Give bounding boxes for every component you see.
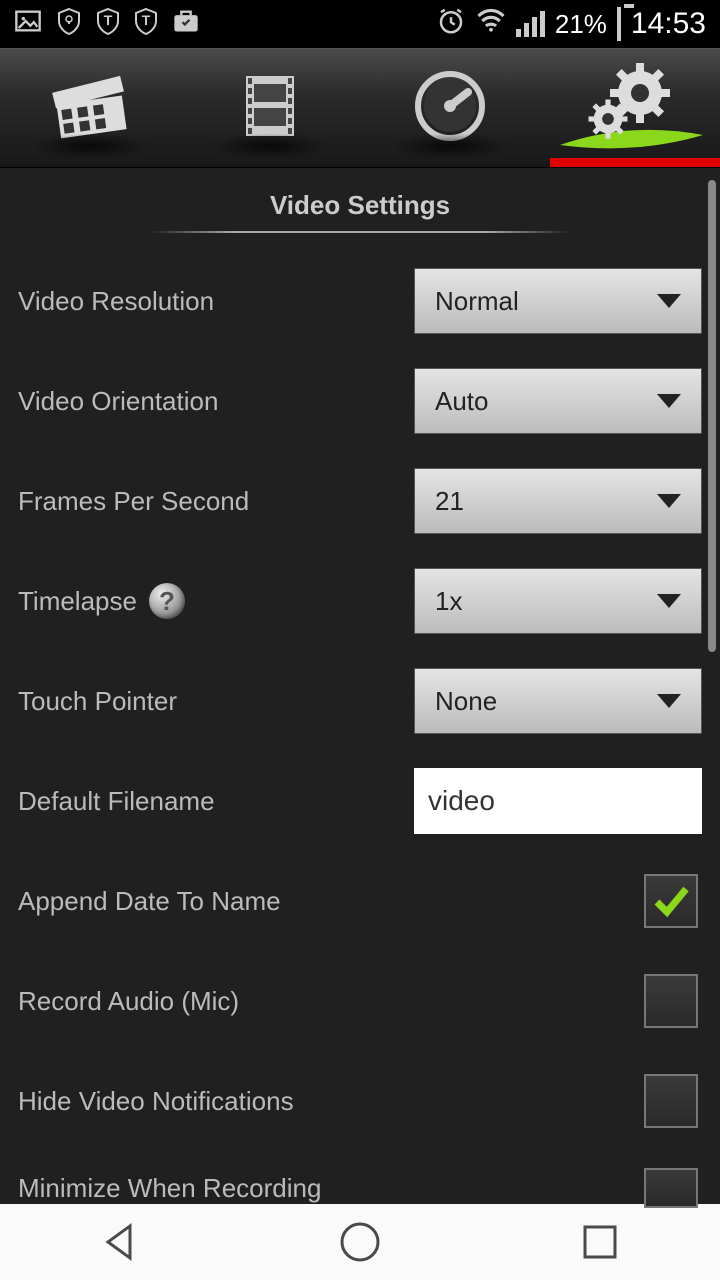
label-hide-notifications: Hide Video Notifications	[18, 1086, 294, 1117]
dropdown-video-orientation[interactable]: Auto	[414, 368, 702, 434]
signal-icon	[516, 11, 545, 37]
briefcase-icon	[172, 8, 200, 41]
dropdown-value: None	[435, 686, 497, 717]
label-record-audio: Record Audio (Mic)	[18, 986, 239, 1017]
privacy-shield-icon	[56, 7, 82, 42]
image-icon	[14, 7, 42, 42]
chevron-down-icon	[657, 294, 681, 308]
shield-t-icon: T	[96, 7, 120, 42]
title-underline	[150, 231, 570, 233]
wifi-icon	[476, 8, 506, 41]
row-video-resolution: Video Resolution Normal	[0, 251, 720, 351]
dropdown-value: 1x	[435, 586, 462, 617]
checkbox-minimize-recording[interactable]	[644, 1168, 698, 1208]
label-default-filename: Default Filename	[18, 786, 215, 817]
label-append-date: Append Date To Name	[18, 886, 281, 917]
gears-icon	[580, 61, 680, 156]
settings-content: Video Settings Video Resolution Normal V…	[0, 168, 720, 1204]
label-timelapse: Timelapse	[18, 586, 137, 617]
label-minimize-recording: Minimize When Recording	[18, 1173, 321, 1204]
help-icon[interactable]: ?	[149, 583, 185, 619]
label-video-orientation: Video Orientation	[18, 386, 218, 417]
check-icon	[651, 881, 691, 921]
tab-settings[interactable]	[540, 49, 720, 167]
chevron-down-icon	[657, 594, 681, 608]
tab-videos[interactable]	[180, 49, 360, 167]
dropdown-value: 21	[435, 486, 464, 517]
tab-record[interactable]	[0, 49, 180, 167]
row-minimize-recording: Minimize When Recording	[0, 1151, 720, 1225]
battery-percent: 21%	[555, 9, 607, 40]
back-button[interactable]	[96, 1218, 144, 1266]
home-button[interactable]	[336, 1218, 384, 1266]
shield-t-icon: T	[134, 7, 158, 42]
alarm-icon	[436, 6, 466, 43]
dropdown-video-resolution[interactable]: Normal	[414, 268, 702, 334]
checkbox-record-audio[interactable]	[644, 974, 698, 1028]
label-video-resolution: Video Resolution	[18, 286, 214, 317]
dropdown-value: Normal	[435, 286, 519, 317]
tab-bar	[0, 48, 720, 168]
input-default-filename[interactable]	[414, 768, 702, 834]
section-title: Video Settings	[0, 168, 720, 231]
row-frames-per-second: Frames Per Second 21	[0, 451, 720, 551]
chevron-down-icon	[657, 494, 681, 508]
svg-text:T: T	[142, 12, 151, 28]
checkbox-hide-notifications[interactable]	[644, 1074, 698, 1128]
battery-icon	[617, 9, 621, 40]
row-video-orientation: Video Orientation Auto	[0, 351, 720, 451]
chevron-down-icon	[657, 694, 681, 708]
svg-text:T: T	[104, 12, 113, 28]
status-bar: T T 21% 14:53	[0, 0, 720, 48]
dropdown-value: Auto	[435, 386, 489, 417]
row-touch-pointer: Touch Pointer None	[0, 651, 720, 751]
dropdown-touch-pointer[interactable]: None	[414, 668, 702, 734]
checkbox-append-date[interactable]	[644, 874, 698, 928]
recents-button[interactable]	[576, 1218, 624, 1266]
row-record-audio: Record Audio (Mic)	[0, 951, 720, 1051]
row-timelapse: Timelapse ? 1x	[0, 551, 720, 651]
label-frames-per-second: Frames Per Second	[18, 486, 249, 517]
row-hide-notifications: Hide Video Notifications	[0, 1051, 720, 1151]
tab-performance[interactable]	[360, 49, 540, 167]
label-touch-pointer: Touch Pointer	[18, 686, 177, 717]
clock-time: 14:53	[631, 7, 706, 41]
scrollbar[interactable]	[708, 180, 716, 652]
dropdown-frames-per-second[interactable]: 21	[414, 468, 702, 534]
dropdown-timelapse[interactable]: 1x	[414, 568, 702, 634]
row-append-date: Append Date To Name	[0, 851, 720, 951]
row-default-filename: Default Filename	[0, 751, 720, 851]
chevron-down-icon	[657, 394, 681, 408]
